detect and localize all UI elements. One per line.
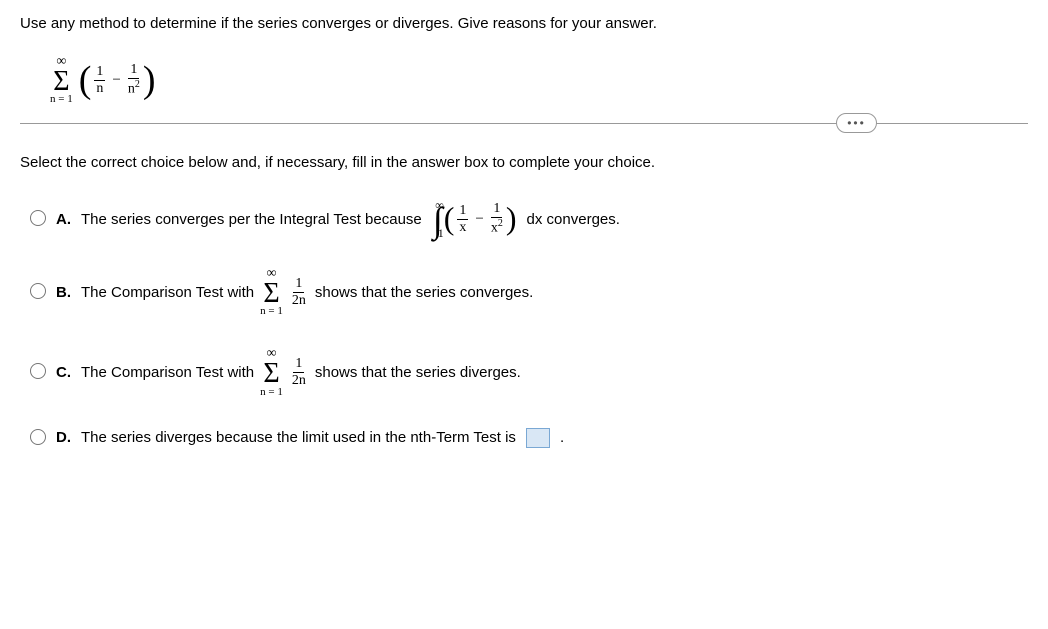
answer-input-box[interactable] — [526, 428, 550, 448]
label-d: D. — [56, 429, 71, 446]
term2-num: 1 — [128, 63, 139, 79]
instruction-text: Select the correct choice below and, if … — [20, 154, 1028, 171]
choice-c-text-before: The Comparison Test with — [81, 364, 254, 381]
choice-c-text-after: shows that the series diverges. — [315, 364, 521, 381]
series-expression: ∞ Σ n = 1 ( 1 n − 1 n2 ) — [50, 52, 1028, 105]
sigma-lower: n = 1 — [50, 94, 73, 105]
label-c: C. — [56, 364, 71, 381]
choice-c: C. The Comparison Test with ∞ Σ n = 1 1 … — [30, 347, 1028, 397]
radio-c[interactable] — [30, 363, 46, 379]
choice-a-text-after: dx converges. — [527, 211, 620, 228]
question-prompt: Use any method to determine if the serie… — [20, 15, 1028, 32]
choice-b-text-before: The Comparison Test with — [81, 284, 254, 301]
choice-b: B. The Comparison Test with ∞ Σ n = 1 1 … — [30, 267, 1028, 317]
more-dots-icon[interactable]: ••• — [836, 113, 877, 133]
sum-b: ∞ Σ n = 1 1 2n — [260, 267, 309, 317]
integral-expression: ∞ ∫ 1 ( 1 x − 1 x2 ) — [432, 201, 517, 237]
term1-den: n — [96, 81, 103, 96]
radio-a[interactable] — [30, 210, 46, 226]
sum-c: ∞ Σ n = 1 1 2n — [260, 347, 309, 397]
radio-d[interactable] — [30, 429, 46, 445]
choice-b-text-after: shows that the series converges. — [315, 284, 533, 301]
term1-num: 1 — [94, 65, 105, 81]
label-b: B. — [56, 284, 71, 301]
term2-den: n2 — [128, 79, 140, 97]
radio-b[interactable] — [30, 283, 46, 299]
choice-d: D. The series diverges because the limit… — [30, 428, 1028, 448]
choice-d-text-before: The series diverges because the limit us… — [81, 429, 516, 446]
choice-d-text-after: . — [560, 429, 564, 446]
choice-a-text-before: The series converges per the Integral Te… — [81, 211, 422, 228]
choice-a: A. The series converges per the Integral… — [30, 201, 1028, 237]
sigma-symbol: Σ — [53, 69, 69, 94]
label-a: A. — [56, 211, 71, 228]
